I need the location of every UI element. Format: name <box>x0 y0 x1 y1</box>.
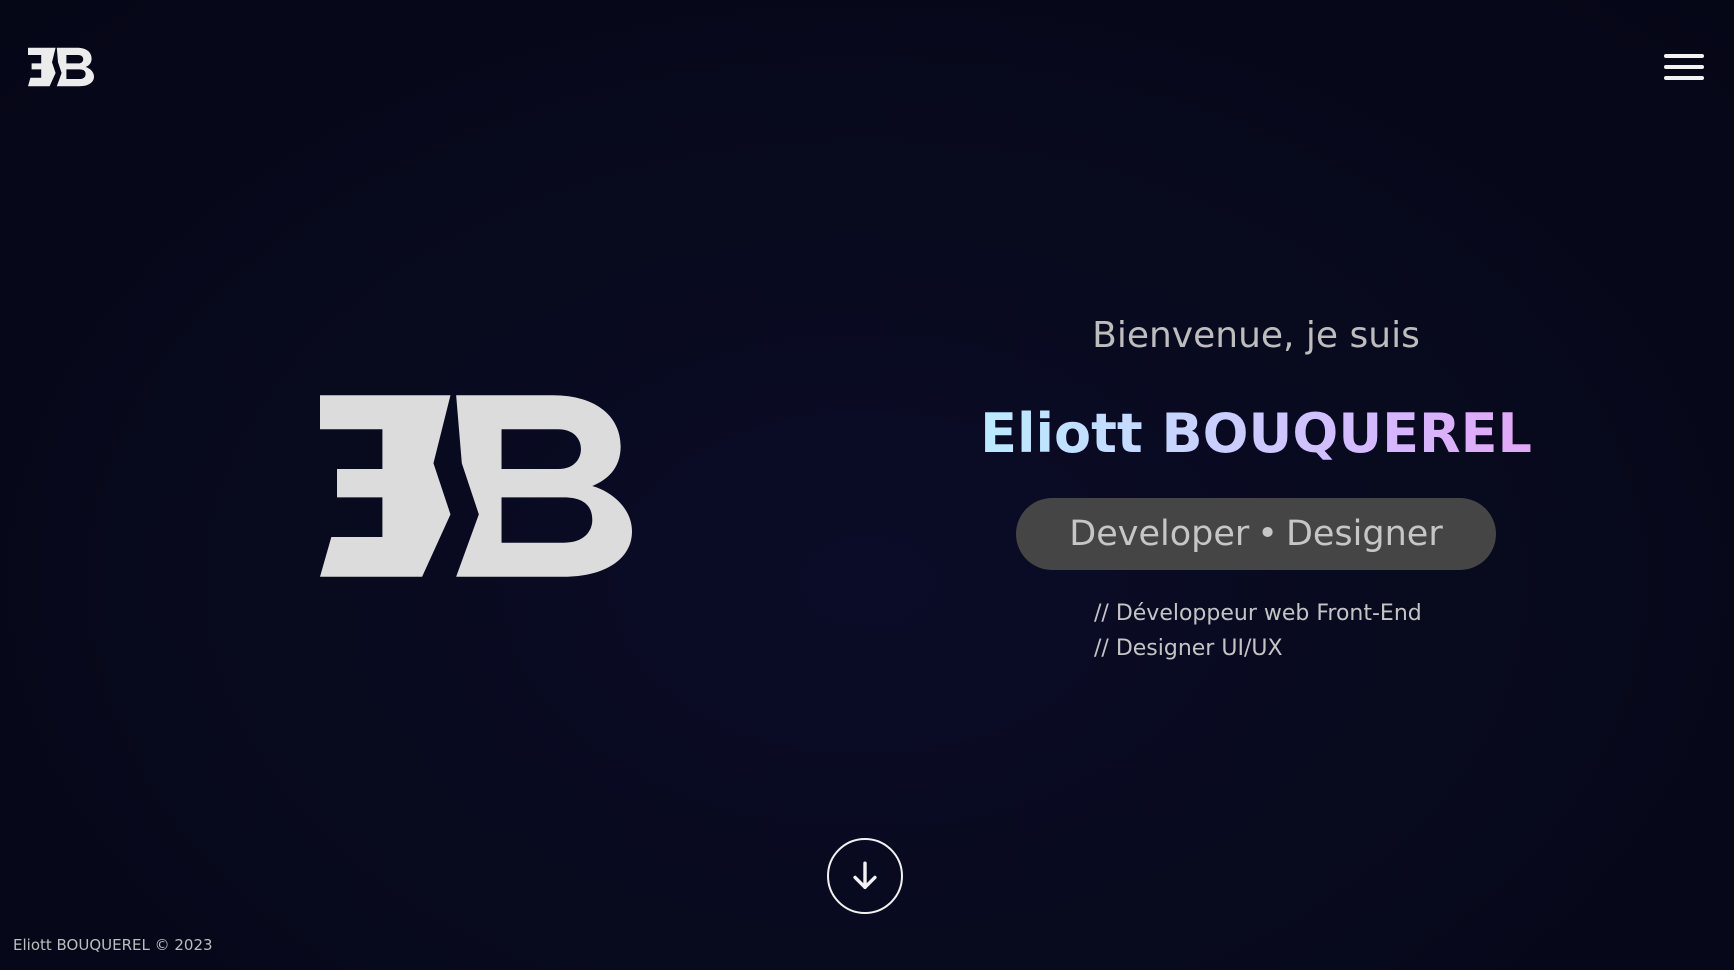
greeting-text: Bienvenue, je suis <box>1092 315 1420 356</box>
specialty-item: // Développeur web Front-End <box>1094 601 1422 626</box>
menu-bar <box>1664 54 1704 58</box>
role-developer: Developer <box>1069 514 1250 554</box>
menu-bar <box>1664 76 1704 80</box>
eb-logo-icon <box>28 47 94 87</box>
hero-logo <box>320 390 632 582</box>
header-logo[interactable] <box>28 46 94 88</box>
hamburger-menu-icon[interactable] <box>1664 52 1706 84</box>
specialty-item: // Designer UI/UX <box>1094 636 1283 661</box>
roles-badge: Developer • Designer <box>1016 498 1496 570</box>
role-designer: Designer <box>1285 514 1443 554</box>
arrow-down-icon <box>853 861 877 890</box>
intro-section: Bienvenue, je suis Eliott BOUQUEREL Deve… <box>900 310 1612 570</box>
role-separator: • <box>1257 514 1278 554</box>
eb-logo-icon <box>320 395 632 577</box>
name-heading: Eliott BOUQUEREL <box>900 404 1612 464</box>
menu-bar <box>1664 65 1704 69</box>
specialties-list: // Développeur web Front-End // Designer… <box>1094 596 1422 666</box>
scroll-down-button[interactable] <box>827 838 903 914</box>
footer-copyright: Eliott BOUQUEREL © 2023 <box>13 936 213 954</box>
